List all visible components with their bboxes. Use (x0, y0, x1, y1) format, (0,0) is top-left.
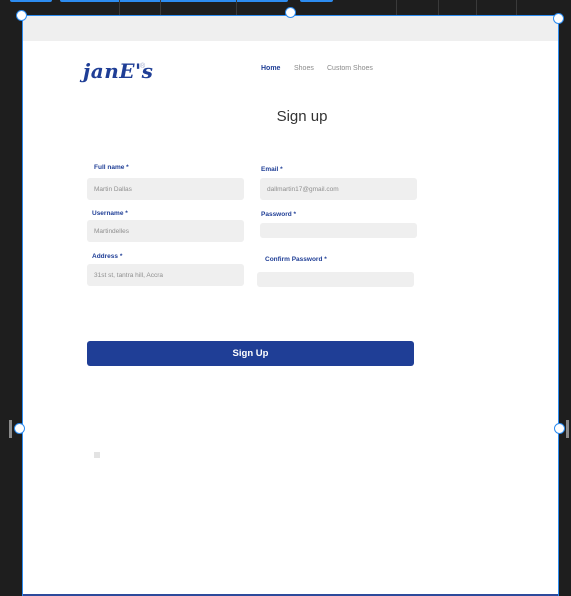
frame-top-band (23, 16, 558, 41)
confirm-password-field[interactable] (257, 272, 414, 287)
resize-grip-left[interactable] (9, 420, 12, 438)
sign-up-button[interactable]: Sign Up (87, 341, 414, 366)
grid-line (160, 0, 161, 16)
email-label: Email * (261, 166, 283, 173)
resize-grip-right[interactable] (566, 420, 569, 438)
editor-tab-indicator[interactable] (60, 0, 288, 2)
password-field[interactable] (260, 223, 417, 238)
canvas-left-margin (0, 16, 22, 596)
grid-line (119, 0, 120, 16)
grid-line (476, 0, 477, 16)
nav-shoes-link[interactable]: Shoes (294, 65, 314, 72)
nav-custom-shoes-link[interactable]: Custom Shoes (327, 65, 373, 72)
resize-handle-top-left[interactable] (16, 10, 27, 21)
confirm-password-label: Confirm Password * (265, 256, 327, 263)
email-field[interactable]: dallmartin17@gmail.com (260, 178, 417, 200)
resize-handle-left-center[interactable] (14, 423, 25, 434)
canvas-right-margin (560, 16, 571, 596)
full-name-label: Full name * (94, 164, 129, 171)
resize-handle-right-center[interactable] (554, 423, 565, 434)
grid-line (438, 0, 439, 16)
username-label: Username * (92, 210, 128, 217)
editor-tab-indicator[interactable] (300, 0, 333, 2)
password-label: Password * (261, 211, 297, 218)
selected-frame[interactable]: janE's ® Home Shoes Custom Shoes Sign up… (22, 15, 559, 596)
address-field[interactable]: 31st st, tantra hill, Accra (87, 264, 244, 286)
page-title: Sign up (276, 108, 328, 125)
resize-handle-top-center[interactable] (285, 7, 296, 18)
username-field[interactable]: Martindelles (87, 220, 244, 242)
full-name-field[interactable]: Martin Dallas (87, 178, 244, 200)
resize-handle-top-right[interactable] (553, 13, 564, 24)
grid-line (236, 0, 237, 16)
address-label: Address * (92, 253, 123, 260)
logo-trademark: ® (140, 63, 146, 70)
grid-line (516, 0, 517, 16)
grid-line (396, 0, 397, 16)
nav-home-link[interactable]: Home (261, 65, 280, 72)
placeholder-checkbox-icon (94, 452, 100, 458)
editor-tab-indicator[interactable] (10, 0, 52, 2)
